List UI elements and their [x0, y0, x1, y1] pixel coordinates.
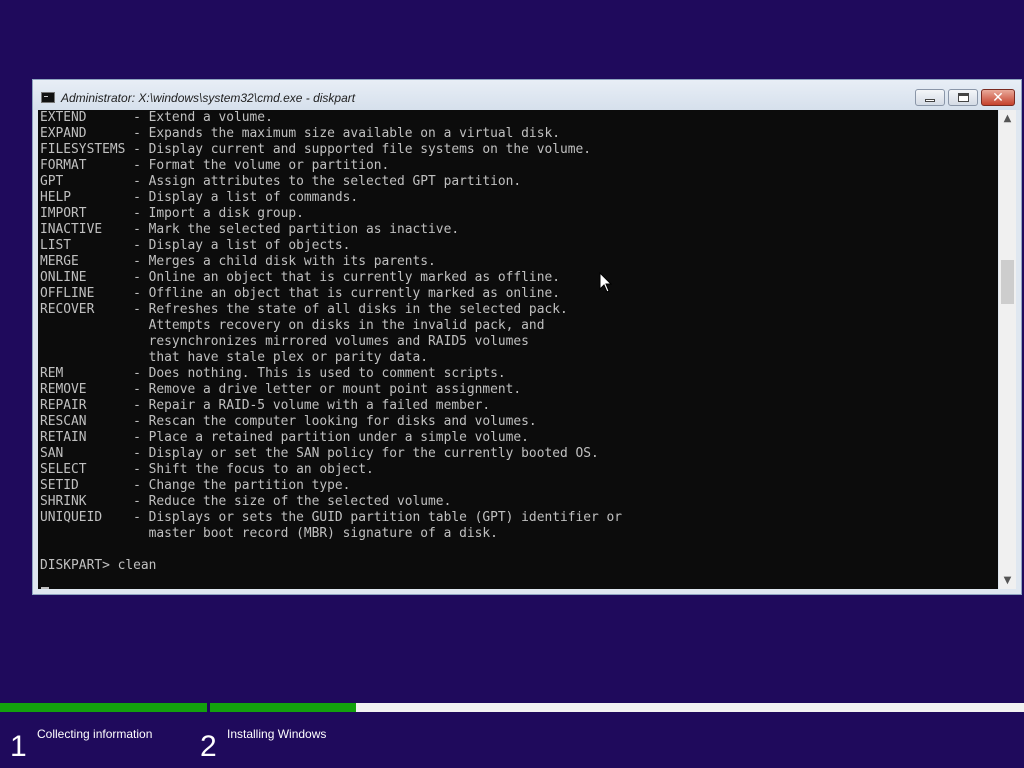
console-line: REM - Does nothing. This is used to comm… [40, 366, 506, 381]
console-icon [41, 92, 55, 103]
console-line: EXTEND - Extend a volume. [40, 110, 273, 125]
console-line: FORMAT - Format the volume or partition. [40, 158, 390, 173]
window-title: Administrator: X:\windows\system32\cmd.e… [61, 91, 356, 105]
console-line: resynchronizes mirrored volumes and RAID… [40, 334, 529, 349]
console-line: ONLINE - Online an object that is curren… [40, 270, 560, 285]
console-line: MERGE - Merges a child disk with its par… [40, 254, 436, 269]
console-line: RETAIN - Place a retained partition unde… [40, 430, 529, 445]
scroll-down-icon[interactable]: ▼ [999, 572, 1016, 589]
step-2-label: Installing Windows [227, 727, 327, 741]
scroll-up-icon[interactable]: ▲ [999, 110, 1016, 127]
minimize-icon [925, 98, 935, 102]
console-line: that have stale plex or parity data. [40, 350, 429, 365]
title-bar[interactable]: Administrator: X:\windows\system32\cmd.e… [33, 80, 1021, 110]
maximize-icon [957, 93, 969, 102]
console-line: DISKPART> clean [40, 558, 157, 573]
close-button[interactable]: ✕ [981, 89, 1015, 106]
console-line: SETID - Change the partition type. [40, 478, 351, 493]
cmd-window[interactable]: Administrator: X:\windows\system32\cmd.e… [32, 79, 1022, 595]
minimize-button[interactable] [915, 89, 945, 106]
console-output[interactable]: EXTEND - Extend a volume. EXPAND - Expand… [38, 110, 998, 589]
console-line: FILESYSTEMS - Display current and suppor… [40, 142, 592, 157]
console-line: GPT - Assign attributes to the selected … [40, 174, 522, 189]
console-line: HELP - Display a list of commands. [40, 190, 359, 205]
vertical-scrollbar[interactable]: ▲ ▼ [999, 110, 1016, 589]
console-line: RECOVER - Refreshes the state of all dis… [40, 302, 568, 317]
step-1-label: Collecting information [37, 727, 153, 741]
console-line: REPAIR - Repair a RAID-5 volume with a f… [40, 398, 491, 413]
console-line: LIST - Display a list of objects. [40, 238, 351, 253]
console-line: INACTIVE - Mark the selected partition a… [40, 222, 460, 237]
console-line: Attempts recovery on disks in the invali… [40, 318, 545, 333]
mouse-pointer-icon [599, 272, 613, 293]
console-text: EXTEND - Extend a volume. EXPAND - Expand… [40, 110, 622, 574]
console-line: EXPAND - Expands the maximum size availa… [40, 126, 560, 141]
console-line: SAN - Display or set the SAN policy for … [40, 446, 599, 461]
maximize-button[interactable] [948, 89, 978, 106]
scrollbar-thumb[interactable] [1001, 260, 1014, 304]
console-line: UNIQUEID - Displays or sets the GUID par… [40, 510, 623, 525]
close-icon: ✕ [992, 89, 1004, 106]
console-line: OFFLINE - Offline an object that is curr… [40, 286, 560, 301]
console-line: SHRINK - Reduce the size of the selected… [40, 494, 452, 509]
step-1-number: 1 [10, 730, 27, 763]
step-2-number: 2 [200, 730, 217, 763]
desktop: { "window": { "title": "Administrator: X… [0, 0, 1024, 768]
console-line: REMOVE - Remove a drive letter or mount … [40, 382, 522, 397]
console-line: master boot record (MBR) signature of a … [40, 526, 498, 541]
progress-step-2 [210, 703, 357, 712]
progress-step-1 [0, 703, 207, 712]
setup-progress-bar [0, 703, 1024, 712]
console-line: IMPORT - Import a disk group. [40, 206, 304, 221]
console-line: SELECT - Shift the focus to an object. [40, 462, 374, 477]
console-line: RESCAN - Rescan the computer looking for… [40, 414, 537, 429]
text-cursor [41, 587, 49, 589]
